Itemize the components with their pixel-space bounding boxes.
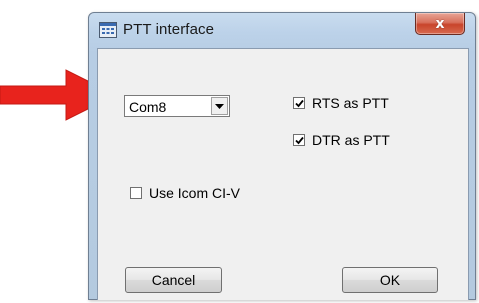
titlebar[interactable]: PTT interface x (89, 13, 475, 45)
ok-button[interactable]: OK (342, 267, 438, 293)
screenshot-canvas: PTT interface x Com8 RTS as PTT DTR as P… (0, 0, 479, 303)
checkbox-label: RTS as PTT (312, 95, 389, 111)
window-title: PTT interface (123, 21, 215, 38)
use-icom-civ-checkbox[interactable]: Use Icom CI-V (130, 185, 240, 201)
checkbox-box[interactable] (130, 187, 142, 199)
checkbox-box[interactable] (293, 97, 305, 109)
close-button[interactable]: x (415, 13, 465, 35)
checkbox-label: DTR as PTT (312, 132, 390, 148)
ptt-interface-dialog: PTT interface x Com8 RTS as PTT DTR as P… (88, 12, 476, 300)
checkbox-box[interactable] (293, 134, 305, 146)
checkmark-icon (294, 99, 304, 107)
checkbox-label: Use Icom CI-V (149, 185, 241, 201)
checkmark-icon (294, 136, 304, 144)
close-icon: x (435, 15, 445, 32)
cancel-button[interactable]: Cancel (125, 267, 222, 293)
rts-as-ptt-checkbox[interactable]: RTS as PTT (293, 95, 389, 111)
dtr-as-ptt-checkbox[interactable]: DTR as PTT (293, 132, 390, 148)
dialog-client-area: Com8 RTS as PTT DTR as PTT Use Icom CI-V… (97, 48, 469, 300)
combo-dropdown-button[interactable] (211, 97, 228, 115)
com-port-select[interactable]: Com8 (124, 95, 230, 117)
app-window-icon (99, 22, 117, 38)
chevron-down-icon (215, 103, 224, 109)
com-port-value: Com8 (129, 99, 167, 115)
